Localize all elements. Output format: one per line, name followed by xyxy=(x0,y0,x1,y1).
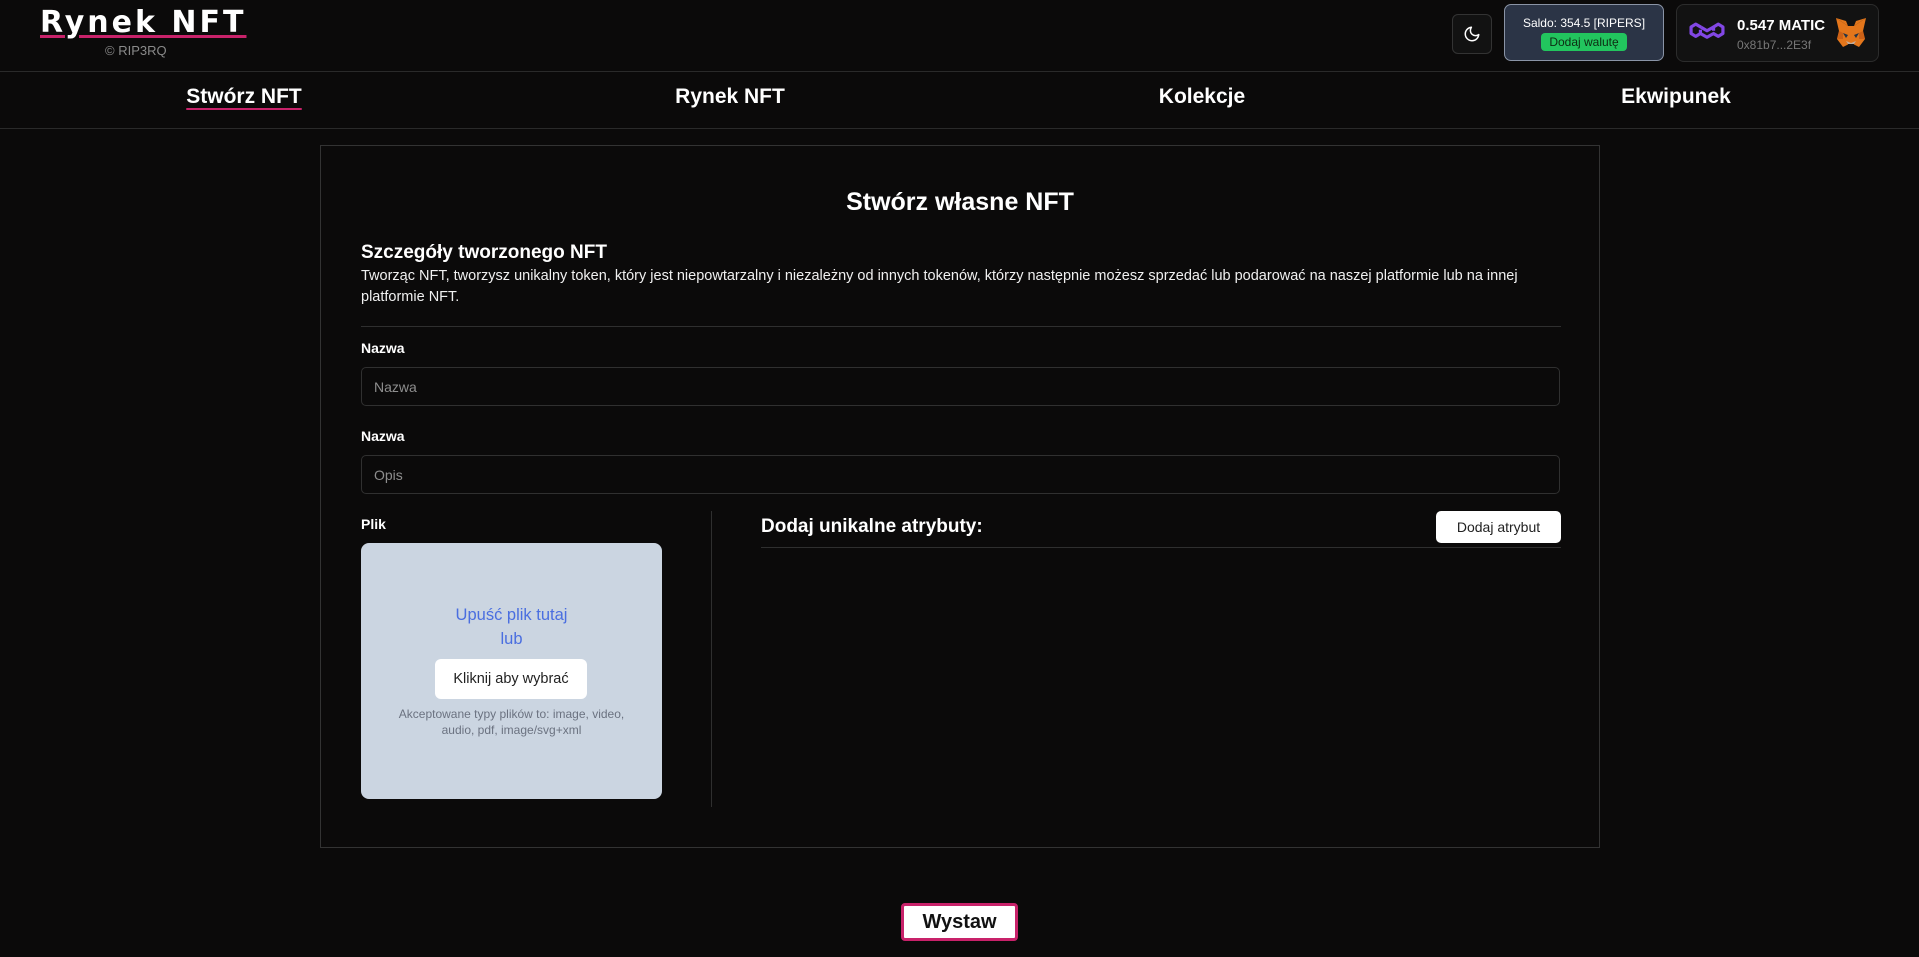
file-label: Plik xyxy=(361,516,386,532)
section-heading: Szczegóły tworzonego NFT xyxy=(361,242,607,263)
drop-text-label: Upuść plik tutaj lub xyxy=(455,606,568,648)
wallet-box[interactable]: 0.547 MATIC 0x81b7...2E3f xyxy=(1676,4,1879,62)
choose-file-button[interactable]: Kliknij aby wybrać xyxy=(435,659,587,699)
submit-button[interactable]: Wystaw xyxy=(901,903,1018,941)
add-currency-button[interactable]: Dodaj walutę xyxy=(1541,33,1627,51)
page-title: Stwórz własne NFT xyxy=(846,188,1074,216)
copyright: © RIP3RQ xyxy=(105,43,167,58)
nav-item-inventory[interactable]: Ekwipunek xyxy=(1621,85,1731,109)
description-label: Nazwa xyxy=(361,428,405,444)
create-nft-card: Stwórz własne NFT Szczegóły tworzonego N… xyxy=(320,145,1600,848)
name-label: Nazwa xyxy=(361,340,405,356)
nav-item-create-nft[interactable]: Stwórz NFT xyxy=(186,85,302,109)
header: Rynek NFT © RIP3RQ Saldo: 354.5 [RIPERS]… xyxy=(0,0,1919,72)
moon-icon xyxy=(1464,26,1480,42)
nav-item-collections[interactable]: Kolekcje xyxy=(1159,85,1245,109)
name-input[interactable] xyxy=(361,367,1560,406)
balance-text: Saldo: 354.5 [RIPERS] xyxy=(1522,16,1646,30)
metamask-fox-icon xyxy=(1836,18,1866,47)
divider xyxy=(361,326,1561,327)
description-input[interactable] xyxy=(361,455,1560,494)
main-nav: Stwórz NFT Rynek NFT Kolekcje Ekwipunek xyxy=(0,72,1919,129)
drop-text: Upuść plik tutaj lub xyxy=(361,603,662,651)
nav-item-market[interactable]: Rynek NFT xyxy=(675,85,785,109)
file-dropzone[interactable]: Upuść plik tutaj lub Kliknij aby wybrać … xyxy=(361,543,662,799)
attributes-divider xyxy=(761,547,1561,548)
wallet-address: 0x81b7...2E3f xyxy=(1737,38,1812,52)
polygon-icon xyxy=(1689,22,1725,39)
matic-balance: 0.547 MATIC xyxy=(1737,17,1826,34)
site-logo[interactable]: Rynek NFT xyxy=(40,5,246,40)
accepted-types-text: Akceptowane typy plików to: image, video… xyxy=(398,707,625,737)
attributes-heading: Dodaj unikalne atrybuty: xyxy=(761,516,983,537)
balance-box: Saldo: 354.5 [RIPERS] Dodaj walutę xyxy=(1504,4,1664,61)
section-description: Tworząc NFT, tworzysz unikalny token, kt… xyxy=(361,268,1518,305)
vertical-divider xyxy=(711,511,712,807)
theme-toggle-button[interactable] xyxy=(1452,14,1492,54)
add-attribute-button[interactable]: Dodaj atrybut xyxy=(1436,511,1561,543)
